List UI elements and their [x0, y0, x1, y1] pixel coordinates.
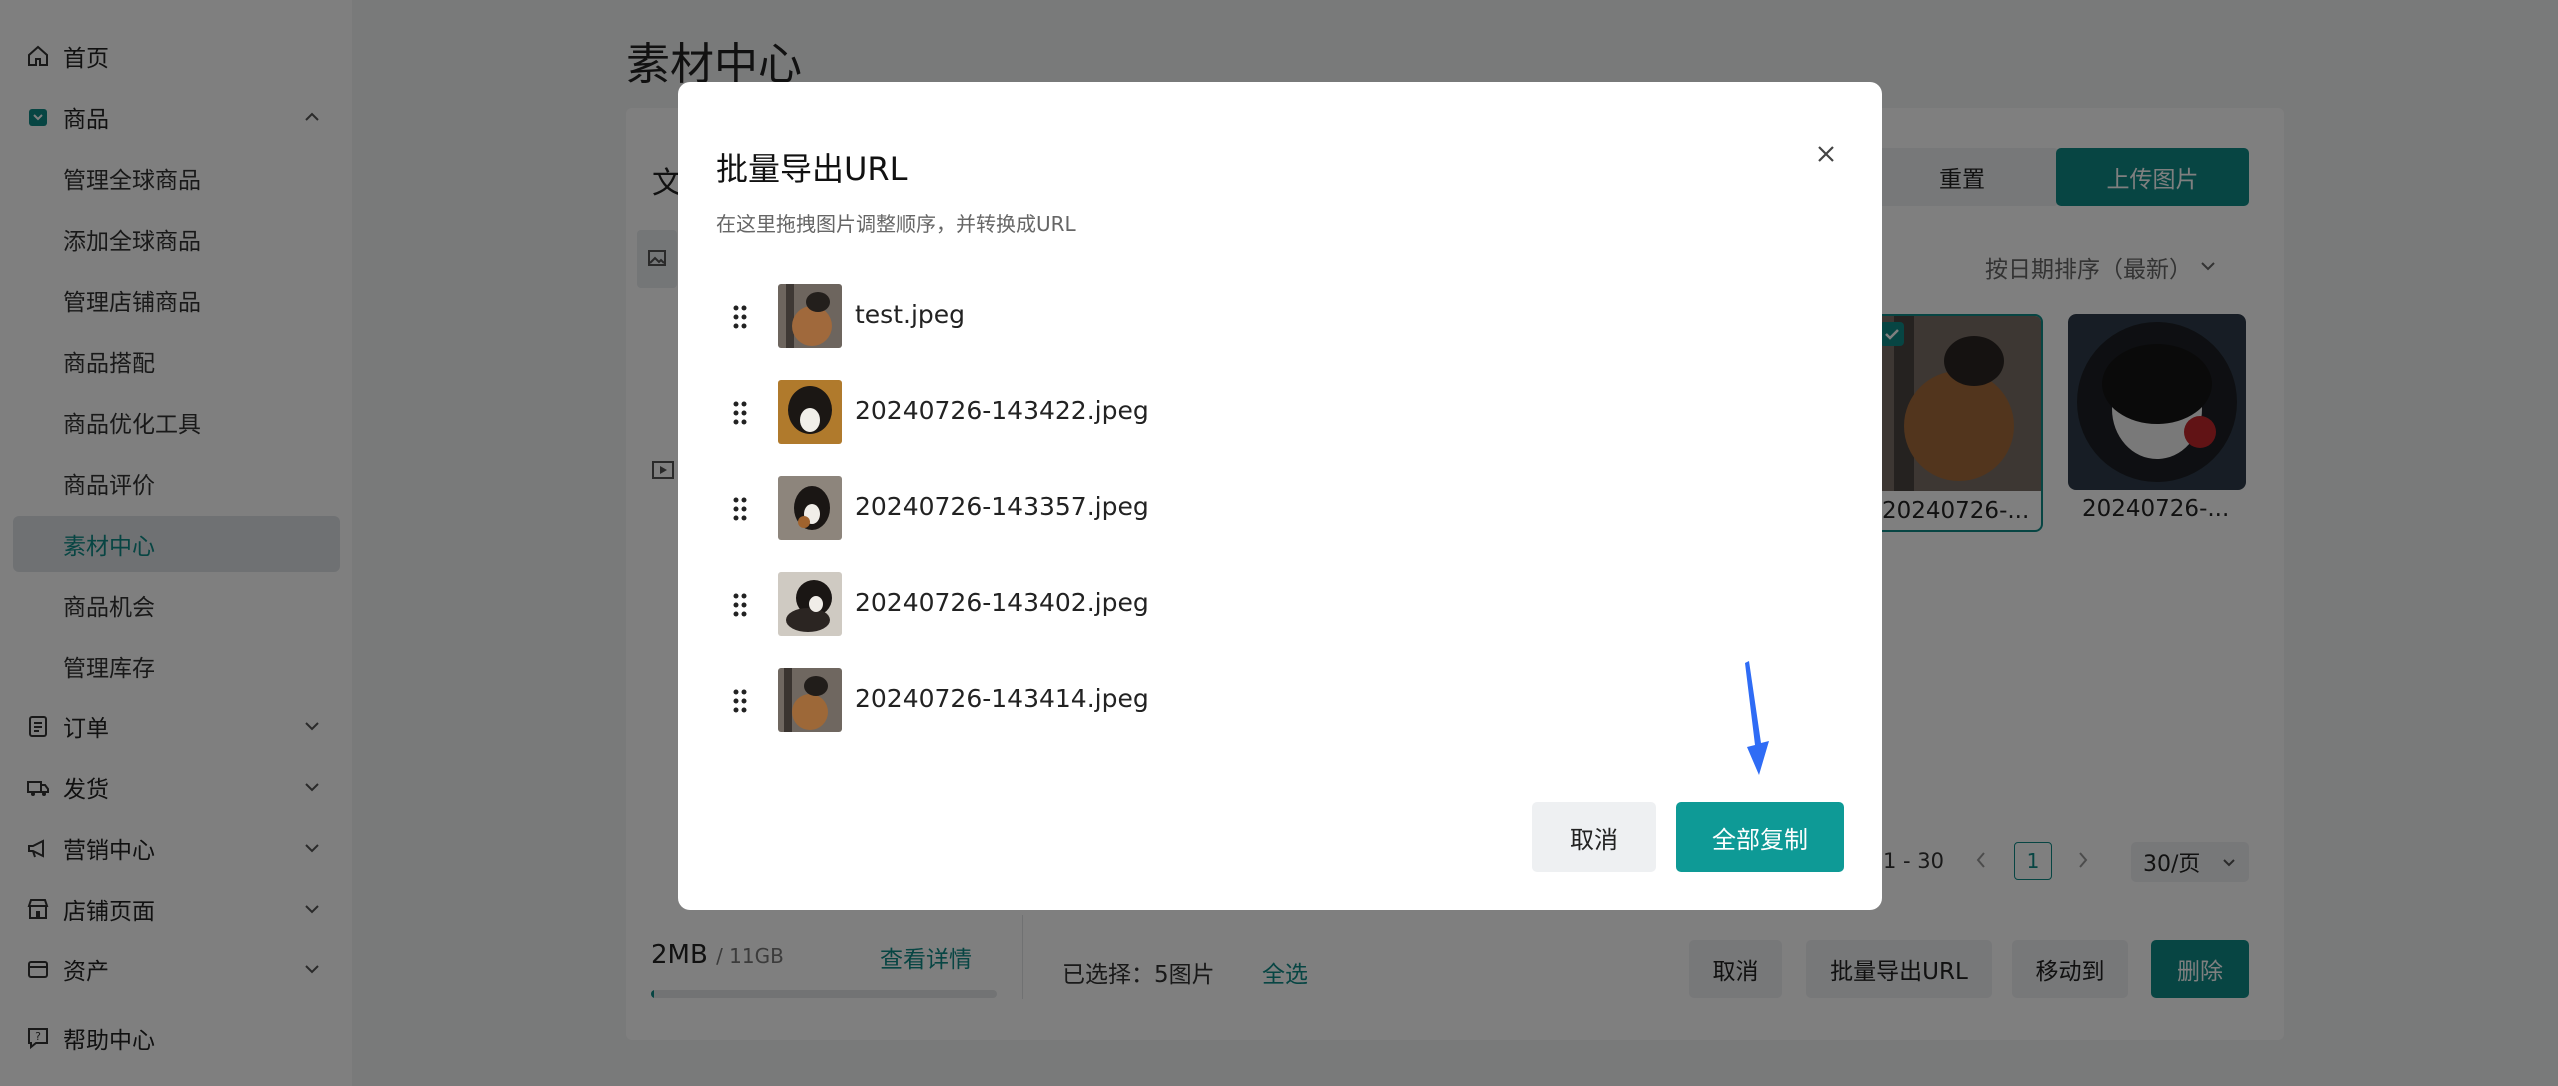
file-name: test.jpeg — [855, 300, 966, 329]
copy-all-button[interactable]: 全部复制 — [1676, 802, 1844, 872]
close-icon[interactable] — [1812, 140, 1840, 168]
drag-handle-icon[interactable] — [730, 302, 750, 332]
file-name: 20240726-143414.jpeg — [855, 684, 1149, 713]
file-name: 20240726-143402.jpeg — [855, 588, 1149, 617]
file-row[interactable]: 20240726-143422.jpeg — [718, 378, 1838, 448]
drag-handle-icon[interactable] — [730, 494, 750, 524]
drag-handle-icon[interactable] — [730, 590, 750, 620]
file-row[interactable]: test.jpeg — [718, 282, 1838, 352]
bulk-export-url-dialog: 批量导出URL 在这里拖拽图片调整顺序，并转换成URL test.jpeg 20… — [678, 82, 1882, 910]
dialog-cancel-button[interactable]: 取消 — [1532, 802, 1656, 872]
drag-handle-icon[interactable] — [730, 686, 750, 716]
annotation-arrow-icon — [1745, 661, 1769, 775]
dialog-title: 批量导出URL — [716, 150, 908, 188]
drag-handle-icon[interactable] — [730, 398, 750, 428]
file-thumbnail — [778, 668, 842, 732]
file-name: 20240726-143357.jpeg — [855, 492, 1149, 521]
file-thumbnail — [778, 380, 842, 444]
file-row[interactable]: 20240726-143402.jpeg — [718, 570, 1838, 640]
file-thumbnail — [778, 476, 842, 540]
file-name: 20240726-143422.jpeg — [855, 396, 1149, 425]
file-thumbnail — [778, 572, 842, 636]
file-row[interactable]: 20240726-143357.jpeg — [718, 474, 1838, 544]
file-row[interactable]: 20240726-143414.jpeg — [718, 666, 1838, 736]
file-thumbnail — [778, 284, 842, 348]
dialog-subtitle: 在这里拖拽图片调整顺序，并转换成URL — [716, 212, 1076, 236]
